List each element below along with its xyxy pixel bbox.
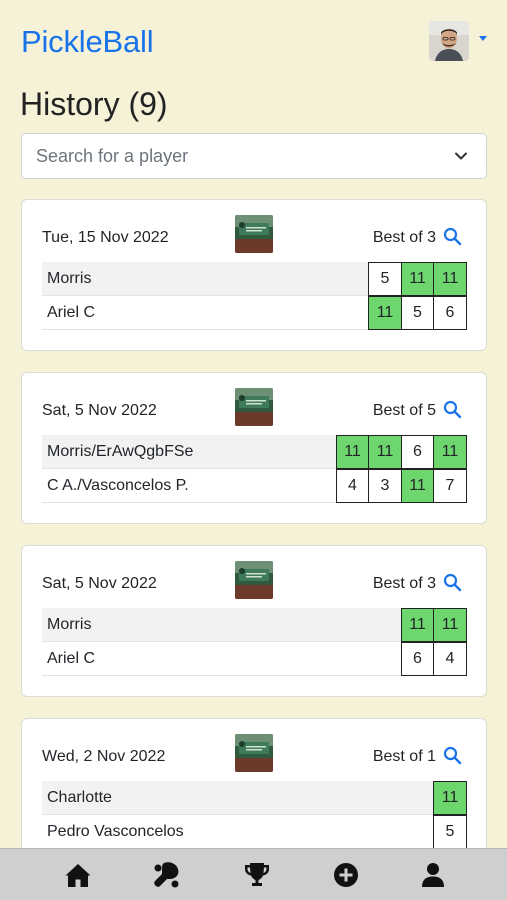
score-cell: 11	[368, 296, 402, 330]
game-scores: 5	[433, 815, 467, 848]
score-cell: 11	[368, 435, 402, 469]
score-cell: 5	[400, 296, 435, 330]
score-cell: 11	[400, 608, 435, 642]
player-name: Ariel C	[47, 650, 96, 667]
player-row: Morris/ErAwQgbFSe 11 11 6 11	[42, 435, 467, 469]
game-scores: 11 5 6	[368, 296, 467, 330]
match-date: Tue, 15 Nov 2022	[42, 229, 169, 246]
player-name: Charlotte	[47, 789, 112, 806]
score-cell: 4	[335, 469, 370, 503]
match-card[interactable]: Sat, 5 Nov 2022 Best of 5 Morris/ErAwQgbFS…	[21, 372, 487, 524]
player-row: C A./Vasconcelos P. 4 3 11 7	[42, 469, 467, 503]
match-card[interactable]: Tue, 15 Nov 2022 Best of 3 Morris 5 11 11 Arie…	[21, 199, 487, 351]
score-cell: 5	[368, 262, 402, 296]
search-icon[interactable]	[443, 400, 462, 419]
player-row: Charlotte 11	[42, 781, 467, 815]
player-name: Morris	[47, 616, 92, 633]
add-circle-icon	[334, 863, 358, 887]
app: PickleBall History (9) Tue, 15 Nov 2022 B…	[0, 0, 507, 848]
home-icon	[65, 864, 91, 887]
match-format: Best of 3	[372, 229, 436, 246]
player-search[interactable]	[21, 133, 487, 179]
paddle-icon	[154, 862, 179, 888]
nav-play[interactable]	[151, 860, 181, 890]
player-name: Morris	[47, 270, 92, 287]
nav-tournaments[interactable]	[242, 860, 272, 890]
game-scores: 11 11	[400, 608, 467, 642]
nav-home[interactable]	[63, 860, 93, 890]
score-cell: 11	[433, 262, 467, 296]
score-cell: 11	[400, 469, 435, 503]
page-title: History (9)	[20, 86, 168, 122]
player-row: Pedro Vasconcelos 5	[42, 815, 467, 848]
nav-add-match[interactable]	[331, 860, 361, 890]
avatar	[429, 21, 469, 61]
chevron-down-icon	[479, 35, 487, 41]
profile-menu-toggle[interactable]	[429, 20, 487, 62]
game-scores: 4 3 11 7	[335, 469, 467, 503]
score-cell: 3	[368, 469, 402, 503]
match-date: Wed, 2 Nov 2022	[42, 748, 166, 765]
score-cell: 11	[433, 781, 467, 815]
search-icon[interactable]	[443, 573, 462, 592]
venue-thumbnail	[235, 388, 273, 426]
search-input[interactable]	[36, 134, 436, 178]
match-card[interactable]: Sat, 5 Nov 2022 Best of 3 Morris 11 11 Ariel …	[21, 545, 487, 697]
score-cell: 6	[400, 435, 435, 469]
search-icon[interactable]	[443, 746, 462, 765]
search-icon[interactable]	[443, 227, 462, 246]
game-scores: 5 11 11	[368, 262, 467, 296]
nav-profile[interactable]	[418, 860, 448, 890]
top-bar: PickleBall	[21, 20, 487, 64]
trophy-icon	[245, 863, 269, 886]
venue-thumbnail	[235, 734, 273, 772]
player-row: Ariel C 64	[42, 642, 467, 676]
match-format: Best of 5	[372, 402, 436, 419]
user-icon	[422, 863, 444, 887]
brand-logo[interactable]: PickleBall	[21, 24, 154, 60]
game-scores: 64	[400, 642, 467, 676]
score-cell: 11	[433, 435, 467, 469]
player-name: Ariel C	[47, 304, 96, 321]
score-cell: 11	[400, 262, 435, 296]
venue-thumbnail	[235, 215, 273, 253]
game-scores: 11	[433, 781, 467, 815]
score-cell: 6	[433, 296, 467, 330]
game-scores: 11 11 6 11	[335, 435, 467, 469]
player-name: Pedro Vasconcelos	[47, 823, 184, 840]
score-cell: 5	[433, 815, 467, 848]
player-name: Morris/ErAwQgbFSe	[47, 443, 194, 460]
player-row: Morris 11 11	[42, 608, 467, 642]
score-cell: 6	[400, 642, 435, 676]
score-cell: 7	[433, 469, 467, 503]
player-name: C A./Vasconcelos P.	[47, 477, 189, 494]
bottom-navbar	[0, 848, 507, 900]
player-row: Ariel C 11 5 6	[42, 296, 467, 330]
match-date: Sat, 5 Nov 2022	[42, 575, 157, 592]
venue-thumbnail	[235, 561, 273, 599]
match-format: Best of 1	[372, 748, 436, 765]
match-card[interactable]: Wed, 2 Nov 2022 Best of 1 Charlotte 11 Pedro…	[21, 718, 487, 848]
match-format: Best of 3	[372, 575, 436, 592]
player-row: Morris 5 11 11	[42, 262, 467, 296]
match-date: Sat, 5 Nov 2022	[42, 402, 157, 419]
score-cell: 11	[433, 608, 467, 642]
score-cell: 11	[335, 435, 370, 469]
score-cell: 4	[433, 642, 467, 676]
chevron-down-icon[interactable]	[454, 149, 468, 163]
